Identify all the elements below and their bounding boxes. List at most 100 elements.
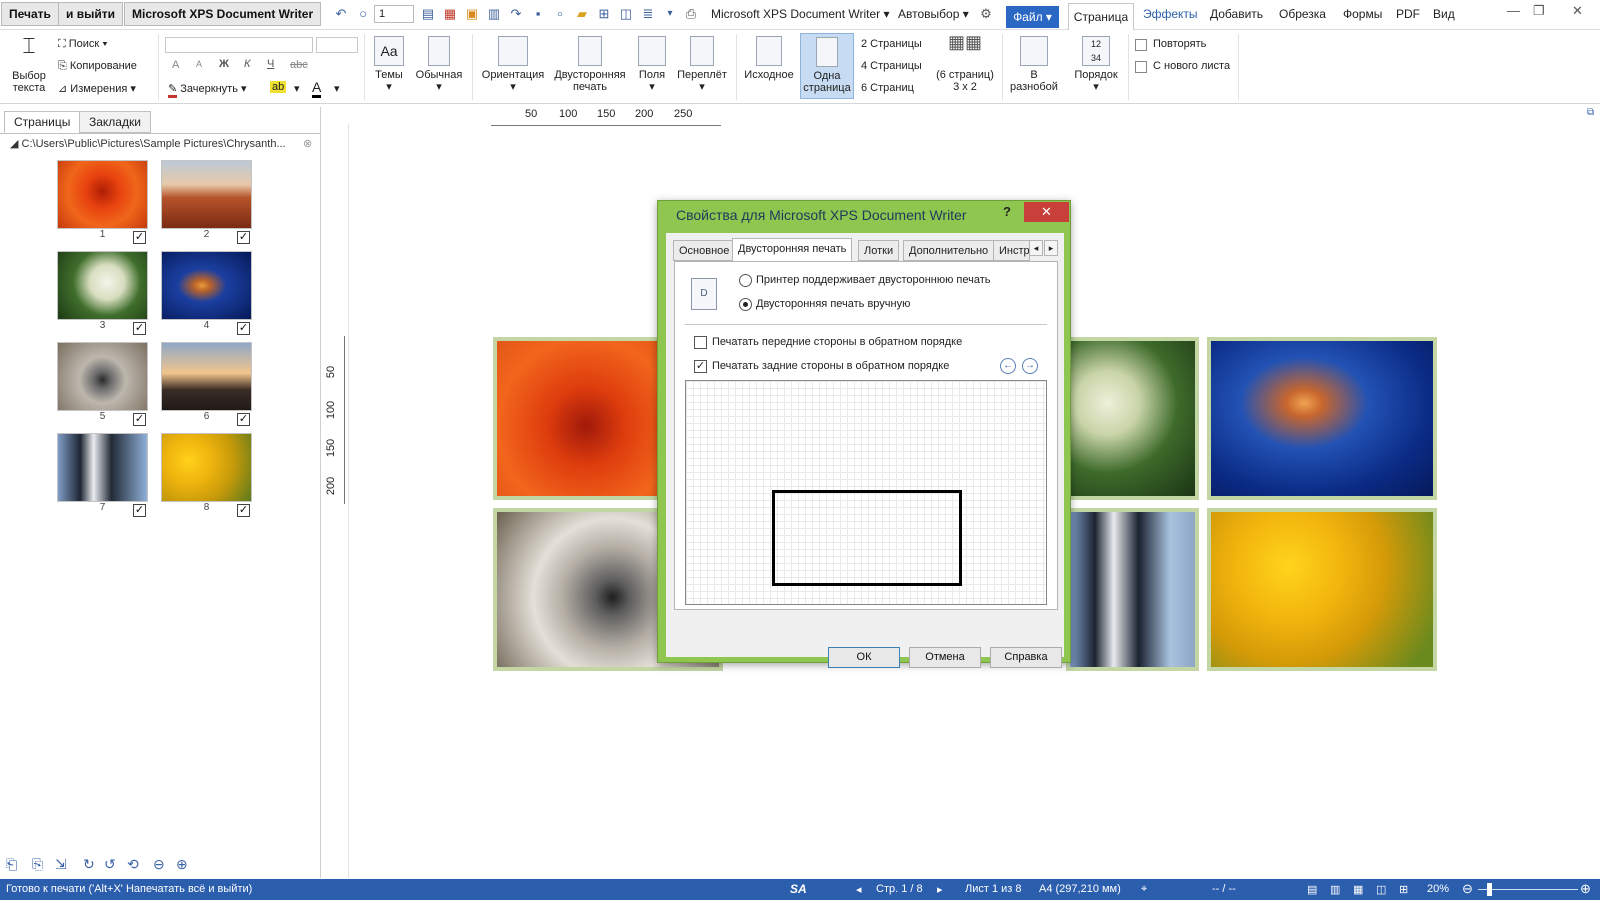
folder-path[interactable]: ◢ C:\Users\Public\Pictures\Sample Pictur… xyxy=(10,137,315,150)
dialog-close-button[interactable]: ✕ xyxy=(1024,202,1069,222)
text-icon[interactable]: ≣ xyxy=(640,6,656,22)
insert-page-icon[interactable]: ⎘ xyxy=(32,856,43,873)
orientation-button[interactable]: Ориентация ▾ xyxy=(478,36,548,93)
scatter-button[interactable]: В разнобой xyxy=(1004,36,1064,93)
export-page-icon[interactable]: ⇲ xyxy=(55,856,67,873)
arrow-left-icon[interactable]: ← xyxy=(1000,358,1016,374)
rotate-left-icon[interactable]: ↺ xyxy=(104,856,116,873)
font-shrink-icon[interactable]: A xyxy=(196,59,202,69)
page-thumbnail-1[interactable] xyxy=(57,160,148,229)
panel-toggle-icon[interactable]: ⧉ xyxy=(1587,107,1600,121)
view-grid-icon[interactable]: ⊞ xyxy=(1399,883,1408,896)
back-reverse-checkbox[interactable]: ✓ xyxy=(694,360,707,373)
clear-icon[interactable]: ⊗ xyxy=(303,137,312,150)
folder-icon[interactable]: ▰ xyxy=(574,6,590,22)
zoom-out-icon[interactable]: ⊖ xyxy=(1462,881,1473,897)
view-book-icon[interactable]: ◫ xyxy=(1376,883,1386,896)
redo-icon[interactable]: ↷ xyxy=(508,6,524,22)
font-size-combo[interactable] xyxy=(316,37,358,53)
page-checkbox-6[interactable]: ✓ xyxy=(237,413,250,426)
tab-effects[interactable]: Эффекты xyxy=(1143,7,1198,21)
page-checkbox-7[interactable]: ✓ xyxy=(133,504,146,517)
copy-button[interactable]: ⎘ Копирование xyxy=(58,60,137,73)
tab-crop[interactable]: Обрезка xyxy=(1279,7,1326,21)
six-grid-button[interactable]: ▦▦ (6 страниц) 3 x 2 xyxy=(932,33,998,93)
file-menu-button[interactable]: Файл ▾ xyxy=(1006,6,1059,28)
fit-icon[interactable]: ⊞ xyxy=(596,6,612,22)
undo-icon[interactable]: ↶ xyxy=(333,6,349,22)
tab-pdf[interactable]: PDF xyxy=(1396,7,1420,21)
layout-icon[interactable]: ◫ xyxy=(618,6,634,22)
duplex-button[interactable]: Двусторонняя печать xyxy=(552,36,628,93)
order-button[interactable]: 12 34 Порядок ▾ xyxy=(1068,36,1124,93)
four-pages-button[interactable]: 4 Страницы xyxy=(861,60,922,72)
printer-name-button[interactable]: Microsoft XPS Document Writer xyxy=(124,2,322,26)
cancel-button[interactable]: Отмена xyxy=(909,647,981,668)
themes-button[interactable]: Aa Темы ▾ xyxy=(370,36,408,93)
page-thumbnail-5[interactable] xyxy=(57,342,148,411)
tab-add[interactable]: Добавить xyxy=(1210,7,1263,21)
new-sheet-checkbox[interactable] xyxy=(1135,61,1147,73)
minimize-icon[interactable]: — xyxy=(1507,3,1520,18)
radio-printer-duplex[interactable] xyxy=(739,274,752,287)
select-text-button[interactable]: ⌶ Выбор текста xyxy=(6,35,52,95)
font-name-combo[interactable] xyxy=(165,37,313,53)
auto-select[interactable]: Автовыбор ▾ xyxy=(898,7,969,21)
tab-tools[interactable]: Инстр xyxy=(993,240,1030,261)
save-as-icon[interactable]: ▫ xyxy=(552,6,568,22)
page-thumbnail-2[interactable] xyxy=(161,160,252,229)
arrow-right-icon[interactable]: → xyxy=(1022,358,1038,374)
repeat-checkbox[interactable] xyxy=(1135,39,1147,51)
rotate-both-icon[interactable]: ⟲ xyxy=(127,856,139,873)
page-checkbox-1[interactable]: ✓ xyxy=(133,231,146,244)
zoom-slider-track[interactable] xyxy=(1478,889,1578,890)
highlight-dropdown-icon[interactable]: ▾ xyxy=(294,82,300,95)
zoom-slider-thumb[interactable] xyxy=(1487,883,1492,896)
restore-icon[interactable]: ❐ xyxy=(1533,3,1545,19)
export-doc-icon[interactable]: ▥ xyxy=(486,6,502,22)
italic-button[interactable]: К xyxy=(244,58,250,70)
add-page-icon[interactable]: ⎗ xyxy=(6,856,17,873)
tab-view[interactable]: Вид xyxy=(1433,7,1455,21)
print-and-exit-button[interactable]: и выйти xyxy=(58,2,123,26)
circle-icon[interactable]: ○ xyxy=(355,6,371,22)
help-button[interactable]: Справка xyxy=(990,647,1062,668)
font-color-dropdown-icon[interactable]: ▾ xyxy=(334,82,340,95)
normal-button[interactable]: Обычная ▾ xyxy=(412,36,466,93)
strikethrough-button[interactable]: ✎ Зачеркнуть ▾ xyxy=(168,82,247,98)
original-button[interactable]: Исходное xyxy=(742,36,796,81)
gear-icon[interactable]: ⚙ xyxy=(978,6,994,22)
zoom-in-icon[interactable]: ⊕ xyxy=(176,856,188,873)
tab-advanced[interactable]: Дополнительно xyxy=(903,240,995,261)
ok-button[interactable]: ОК xyxy=(828,647,900,668)
radio-manual-duplex[interactable] xyxy=(739,298,752,311)
image-doc-icon[interactable]: ▣ xyxy=(464,6,480,22)
close-icon[interactable]: ✕ xyxy=(1572,3,1583,19)
binding-button[interactable]: Переплёт ▾ xyxy=(674,36,730,93)
page-checkbox-4[interactable]: ✓ xyxy=(237,322,250,335)
copies-input[interactable]: 1 xyxy=(374,5,414,23)
tab-scroll-left-icon[interactable]: ◂ xyxy=(1029,240,1043,256)
page-thumbnail-3[interactable] xyxy=(57,251,148,320)
printer-select[interactable]: Microsoft XPS Document Writer ▾ xyxy=(711,7,890,21)
strike-text-button[interactable]: abc xyxy=(290,59,308,71)
zoom-out-icon[interactable]: ⊖ xyxy=(153,856,165,873)
page-checkbox-2[interactable]: ✓ xyxy=(237,231,250,244)
dialog-help-button[interactable]: ? xyxy=(1003,204,1011,219)
two-pages-button[interactable]: 2 Страницы xyxy=(861,38,922,50)
view-single-icon[interactable]: ▤ xyxy=(1307,883,1317,896)
rotate-right-icon[interactable]: ↻ xyxy=(83,856,95,873)
print-button[interactable]: Печать xyxy=(1,2,59,26)
save-icon[interactable]: ▪ xyxy=(530,6,546,22)
tab-bookmarks[interactable]: Закладки xyxy=(79,111,151,133)
tab-page[interactable]: Страница xyxy=(1068,3,1134,30)
tab-scroll-right-icon[interactable]: ▸ xyxy=(1044,240,1058,256)
tab-basic[interactable]: Основное xyxy=(673,240,736,261)
view-facing-icon[interactable]: ▦ xyxy=(1353,883,1363,896)
copy-doc-icon[interactable]: ▤ xyxy=(420,6,436,22)
six-pages-button[interactable]: 6 Страниц xyxy=(861,82,914,94)
view-continuous-icon[interactable]: ▥ xyxy=(1330,883,1340,896)
page-checkbox-8[interactable]: ✓ xyxy=(237,504,250,517)
front-reverse-checkbox[interactable] xyxy=(694,336,707,349)
tab-duplex[interactable]: Двусторонняя печать xyxy=(732,238,853,262)
